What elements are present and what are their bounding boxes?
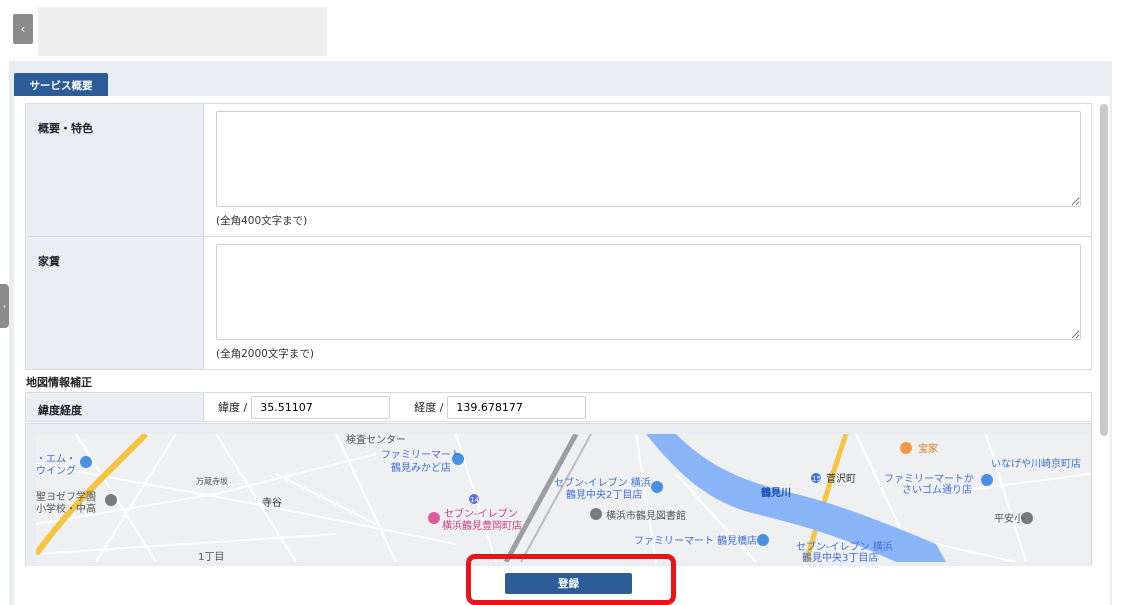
map-label-route15: 15 xyxy=(812,475,821,483)
map-label-fm-saigomu-1: ファミリーマートか xyxy=(884,473,974,485)
map-label-teraya: 寺谷 xyxy=(262,497,282,509)
chevron-left-icon: ‹ xyxy=(20,22,26,36)
map-label-emu-1: ・エム・ xyxy=(36,453,76,465)
map-label-river: 鶴見川 xyxy=(761,486,791,499)
map-canvas: 検査センター ファミリーマート 鶴見みかど店 ・エム・ ウイング 聖ヨゼフ学園 … xyxy=(36,434,1090,562)
map-label-fm-tsurumibashi: ファミリーマート 鶴見橋店 xyxy=(634,534,757,547)
map-label-seiyo-1: 聖ヨゼフ学園 xyxy=(36,490,96,503)
overview-textarea[interactable] xyxy=(216,111,1081,207)
overview-label: 概要・特色 xyxy=(26,104,204,236)
latlng-label: 緯度経度 xyxy=(26,393,204,421)
map-label-fm-mikado-1: ファミリーマート xyxy=(381,450,461,461)
rent-textarea[interactable] xyxy=(216,244,1081,340)
map-view[interactable]: 検査センター ファミリーマート 鶴見みかど店 ・エム・ ウイング 聖ヨゼフ学園 … xyxy=(36,434,1090,562)
map-label-fm-mikado-2: 鶴見みかど店 xyxy=(391,461,451,474)
map-label-se-toyooka-2: 横浜鶴見豊岡町店 xyxy=(442,519,522,532)
rent-label: 家賃 xyxy=(26,237,204,369)
chevron-left-icon: ‹ xyxy=(2,301,7,311)
latitude-input[interactable] xyxy=(251,395,391,419)
map-label-banzo: 万蔵寺坂 xyxy=(196,476,228,486)
longitude-input[interactable] xyxy=(447,395,587,419)
map-label-seiyo-2: 小学校・中高 xyxy=(36,502,96,515)
map-section-title: 地図情報補正 xyxy=(26,376,92,389)
map-label-se-chuo3-1: セブン-イレブン 横浜 xyxy=(796,540,893,553)
map-label-sugasawa: 菅沢町 xyxy=(826,472,856,485)
map-label-chome1: 1丁目 xyxy=(198,552,224,562)
form-table: 概要・特色 (全角400文字まで) 家賃 (全角2000文字まで) xyxy=(25,103,1092,370)
back-button[interactable]: ‹ xyxy=(13,14,33,44)
scrollbar[interactable] xyxy=(1100,104,1108,436)
rent-hint: (全角2000文字まで) xyxy=(216,348,314,360)
form-content: 概要・特色 (全角400文字まで) 家賃 (全角2000文字まで) 地図情報補正… xyxy=(14,96,1110,566)
longitude-label: 経度 / xyxy=(414,401,444,414)
map-label-fm-saigomu-2: さいゴム通り店 xyxy=(902,483,972,496)
map-label-route14: 14 xyxy=(470,496,479,504)
highlight-annotation xyxy=(466,554,676,605)
map-label-se-chuo3-2: 鶴見中央3丁目店 xyxy=(802,551,878,562)
map-label-se-toyooka-1: セブン-イレブン xyxy=(444,507,518,520)
page-title-placeholder xyxy=(38,7,327,56)
latitude-label: 緯度 / xyxy=(218,401,248,414)
map-label-takaraya: 宝家 xyxy=(918,442,938,455)
map-label-library: 横浜市鶴見図書館 xyxy=(606,509,686,522)
map-label-inageya: いなげや川崎京町店 xyxy=(991,457,1081,470)
map-label-se-chuo2-2: 鶴見中央2丁目店 xyxy=(566,488,642,501)
map-label-kensa: 検査センター xyxy=(346,434,406,446)
tab-service-overview[interactable]: サービス概要 xyxy=(14,73,108,97)
map-label-heian: 平安小 xyxy=(994,512,1024,525)
overview-hint: (全角400文字まで) xyxy=(216,215,308,227)
map-label-se-chuo2-1: セブン-イレブン 横浜 xyxy=(554,476,651,489)
map-container: 検査センター ファミリーマート 鶴見みかど店 ・エム・ ウイング 聖ヨゼフ学園 … xyxy=(25,423,1092,566)
form-row-overview: 概要・特色 (全角400文字まで) xyxy=(25,104,1092,237)
side-panel-handle[interactable]: ‹ xyxy=(0,284,9,328)
map-label-emu-2: ウイング xyxy=(36,464,76,477)
form-row-rent: 家賃 (全角2000文字まで) xyxy=(25,237,1092,370)
latlng-row: 緯度経度 緯度 / 経度 / xyxy=(25,392,1092,422)
